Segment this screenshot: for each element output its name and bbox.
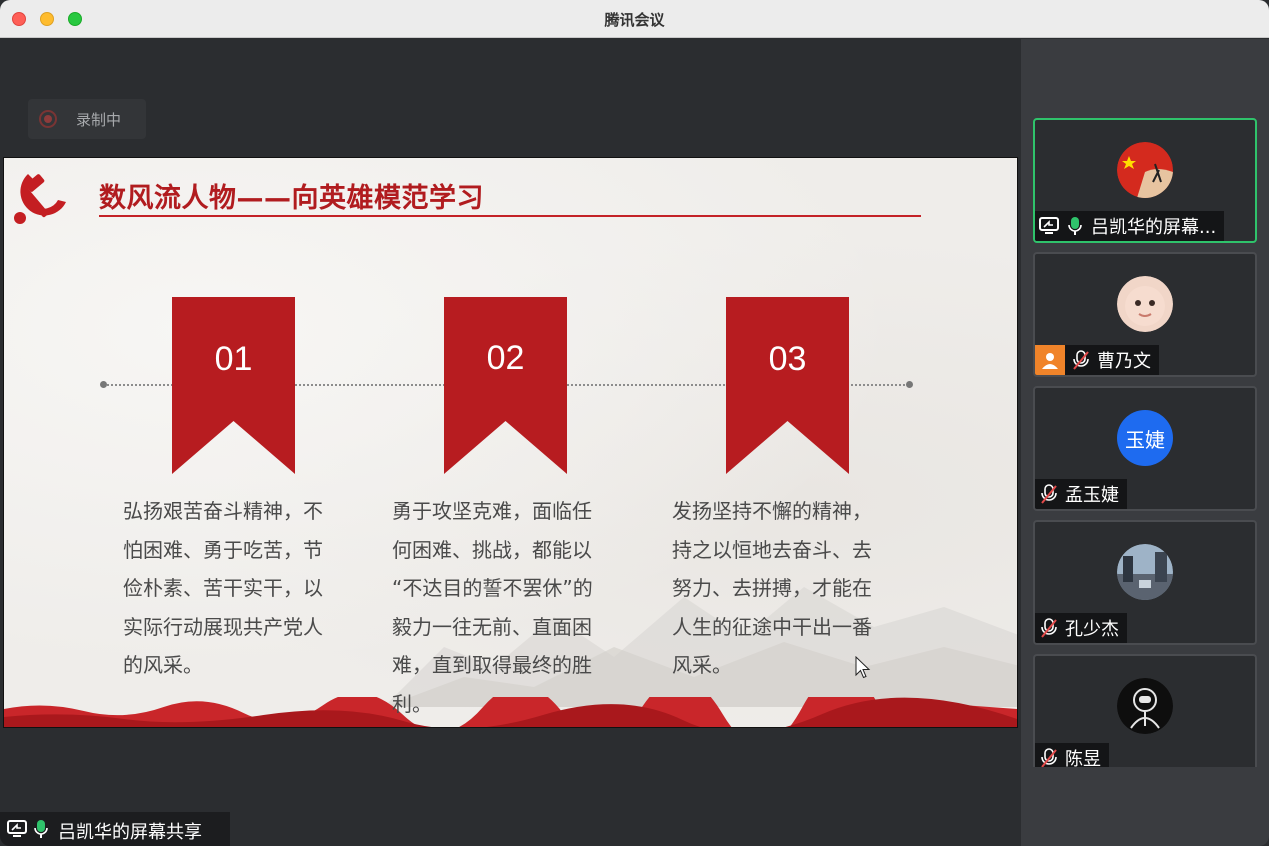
- mic-on-icon: [34, 820, 48, 838]
- mouse-cursor-icon: [855, 656, 871, 679]
- ribbon-number-03: 03: [768, 340, 807, 378]
- participant-name: 孟玉婕: [1065, 485, 1119, 506]
- participant-name: 曹乃文: [1097, 351, 1151, 372]
- column-text-02: 勇于攻坚克难，面临任 何困难、挑战，都能以 “不达目的誓不罢休”的 毅力一往无前…: [392, 492, 614, 723]
- participant-name: 吕凯华的屏幕...: [1091, 217, 1217, 238]
- text-line: 毅力一往无前、直面困: [392, 614, 592, 639]
- text-line: 弘扬艰苦奋斗精神，不: [123, 499, 323, 523]
- text-line: 人生的征途中干出一番: [672, 614, 872, 639]
- screen-share-icon: [7, 820, 27, 837]
- participant-tile[interactable]: 陈昱: [1033, 654, 1257, 767]
- participant-name: 孔少杰: [1065, 619, 1119, 640]
- participant-tile[interactable]: 曹乃文: [1033, 252, 1257, 377]
- shared-screen-area: 录制中 数风流人物——向英雄模范学习 01 02 03 弘扬艰苦奋斗精神，不 怕…: [0, 39, 1021, 846]
- text-line: “不达目的誓不罢休”的: [392, 576, 593, 600]
- text-line: 实际行动展现共产党人: [123, 614, 323, 639]
- ribbon-banner-02: [444, 297, 567, 474]
- text-line: 利。: [392, 691, 432, 716]
- record-icon: [39, 110, 57, 128]
- presentation-slide: 数风流人物——向英雄模范学习 01 02 03 弘扬艰苦奋斗精神，不 怕困难、勇…: [3, 157, 1018, 728]
- text-line: 难，直到取得最终的胜: [392, 653, 592, 677]
- column-text-01: 弘扬艰苦奋斗精神，不 怕困难、勇于吃苦，节 俭朴素、苦干实干，以 实际行动展现共…: [123, 492, 345, 685]
- participant-tile[interactable]: 玉婕 孟玉婕: [1033, 386, 1257, 511]
- title-bar: 腾讯会议: [0, 0, 1269, 38]
- ribbon-number-02: 02: [486, 339, 525, 377]
- slide-title: 数风流人物——向英雄模范学习: [99, 183, 484, 214]
- text-line: 发扬坚持不懈的精神，: [672, 499, 872, 523]
- screen-share-label: 吕凯华的屏幕共享: [58, 822, 202, 843]
- text-line: 勇于攻坚克难，面临任: [392, 499, 592, 523]
- text-line: 怕困难、勇于吃苦，节: [123, 537, 323, 562]
- street-photo-avatar: [1117, 544, 1173, 600]
- participant-name-tag: 孟玉婕: [1035, 479, 1127, 509]
- hammer-sickle-icon: [14, 174, 66, 224]
- timeline-start-dot: [100, 381, 107, 388]
- mic-muted-icon: [1041, 618, 1057, 638]
- mic-muted-icon: [1073, 350, 1089, 370]
- participant-name-tag: 吕凯华的屏幕...: [1035, 211, 1225, 241]
- text-line: 俭朴素、苦干实干，以: [123, 576, 323, 600]
- mic-muted-icon: [1041, 748, 1057, 767]
- participant-tile[interactable]: 吕凯华的屏幕...: [1033, 118, 1257, 243]
- title-underline: [99, 215, 921, 217]
- participant-tile[interactable]: 孔少杰: [1033, 520, 1257, 645]
- ribbon-banner-01: [172, 297, 295, 474]
- text-line: 持之以恒地去奋斗、去: [672, 537, 872, 562]
- mic-on-icon: [1068, 217, 1082, 235]
- participant-name-tag: 孔少杰: [1035, 613, 1127, 643]
- ribbon-banner-03: [726, 297, 849, 474]
- astronaut-avatar: [1117, 678, 1173, 734]
- text-line: 何困难、挑战，都能以: [392, 537, 592, 562]
- participant-name: 陈昱: [1065, 749, 1101, 767]
- text-line: 的风采。: [123, 653, 203, 677]
- meeting-window: 腾讯会议 录制中 数风流人物——向英雄模范学习 01 02 03 弘扬艰苦奋斗精…: [0, 0, 1269, 846]
- timeline-end-dot: [906, 381, 913, 388]
- host-icon: [1035, 345, 1065, 375]
- mic-muted-icon: [1041, 484, 1057, 504]
- participant-name-tag: 陈昱: [1035, 743, 1109, 767]
- participant-list: 吕凯华的屏幕... 曹乃文 玉婕 孟玉婕 孔少杰 陈昱: [1021, 39, 1269, 846]
- text-avatar: 玉婕: [1117, 410, 1173, 466]
- participant-name-tag: 曹乃文: [1035, 345, 1159, 375]
- ribbon-number-01: 01: [214, 340, 253, 378]
- window-title: 腾讯会议: [604, 11, 665, 29]
- child-photo-avatar: [1117, 276, 1173, 332]
- recording-indicator[interactable]: 录制中: [28, 99, 146, 139]
- text-line: 努力、去拼搏，才能在: [672, 576, 872, 600]
- flag-avatar: [1117, 142, 1173, 198]
- screen-share-label-bar: 吕凯华的屏幕共享: [0, 812, 230, 846]
- recording-label: 录制中: [76, 111, 122, 129]
- screen-share-icon: [1039, 217, 1059, 234]
